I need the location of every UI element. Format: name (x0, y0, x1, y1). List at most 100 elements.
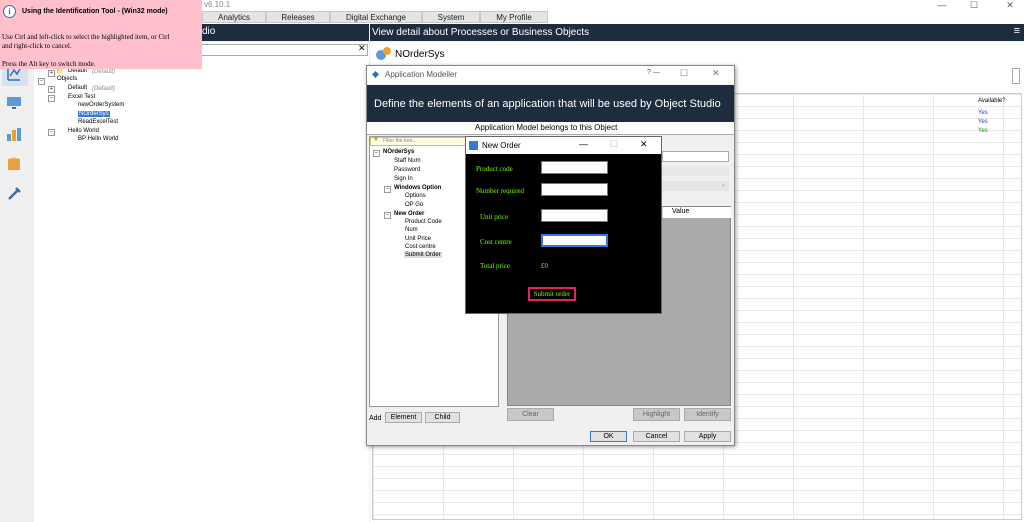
scrollbar[interactable] (1012, 68, 1020, 84)
info-icon: i (3, 5, 16, 18)
tree-item-bp-hello-world[interactable]: BP Hello World (78, 136, 118, 142)
collapse-icon[interactable]: − (48, 129, 55, 136)
product-code-label: Product code (476, 165, 513, 173)
new-order-title: New Order (482, 141, 521, 150)
tree-folder-icon: 📁 (56, 69, 64, 75)
collapse-icon[interactable]: − (384, 212, 391, 219)
tree-item-default-2[interactable]: Default (68, 85, 87, 91)
am-tree-item[interactable]: Cost centre (405, 244, 436, 250)
tab-my-profile[interactable]: My Profile (480, 11, 548, 23)
analytics-icon[interactable] (6, 126, 22, 142)
tab-releases[interactable]: Releases (266, 11, 330, 23)
clear-button[interactable]: Clear (507, 408, 554, 421)
am-tree-item[interactable]: Password (394, 167, 420, 173)
am-tree-item[interactable]: Staff Num (394, 158, 421, 164)
element-name-field[interactable] (662, 151, 729, 162)
tab-system[interactable]: System (422, 11, 480, 23)
am-maximize-icon[interactable]: ☐ (680, 68, 688, 79)
close-icon[interactable]: ✕ (640, 139, 648, 150)
clear-search-icon[interactable]: ✕ (358, 43, 366, 54)
version-label: v6.10.1 (204, 0, 231, 9)
minimize-icon[interactable]: — (579, 139, 588, 149)
number-required-input[interactable] (541, 183, 608, 196)
submit-order-button[interactable]: Submit order (528, 287, 576, 301)
model-belongs-text: Application Model belongs to this Object (475, 123, 618, 132)
expand-icon[interactable]: + (48, 70, 55, 77)
number-required-label: Number required (476, 187, 525, 195)
identify-button[interactable]: Identify (684, 408, 731, 421)
am-tree-group[interactable]: Windows Option (394, 185, 441, 191)
tree-item-readexceltest[interactable]: ReadExcelTest (78, 119, 118, 125)
am-tree-item[interactable]: Options (405, 193, 426, 199)
cancel-button[interactable]: Cancel (633, 431, 680, 442)
am-banner: Define the elements of an application th… (367, 85, 734, 124)
tree-item-default-1-sub: (Default) (92, 69, 116, 75)
package-icon[interactable] (6, 156, 22, 172)
unit-price-label: Unit price (480, 213, 509, 221)
collapse-icon[interactable]: − (38, 78, 45, 85)
expand-icon[interactable]: + (48, 86, 55, 93)
monitor-icon[interactable] (6, 96, 22, 110)
tree-item-exceltest[interactable]: Excel Test (68, 94, 95, 100)
total-price-label: Total price (480, 262, 511, 270)
am-tree-item[interactable]: Unit Price (405, 236, 431, 242)
new-order-window: New Order — ☐ ✕ Product code Number requ… (465, 136, 662, 314)
object-name: NOrderSys (395, 49, 445, 60)
element-type-field[interactable] (662, 166, 729, 176)
am-tree-item[interactable]: OP Go (405, 202, 423, 208)
tooltip-title: Using the Identification Tool - (Win32 m… (22, 8, 168, 15)
right-panel-header: View detail about Processes or Business … (370, 24, 1024, 41)
filter-placeholder: Filter the tree... (383, 138, 417, 144)
cost-centre-input[interactable] (541, 234, 608, 247)
value-column-header: Value (662, 207, 731, 218)
am-tree-root[interactable]: NOrderSys (383, 149, 414, 155)
chevron-down-icon: ⌄ (720, 182, 726, 188)
tab-digital-exchange[interactable]: Digital Exchange (330, 11, 422, 23)
object-gear-icon (376, 47, 391, 60)
tooltip-line-3: Press the Alt key to switch mode. (2, 60, 96, 68)
product-code-input[interactable] (541, 161, 608, 174)
left-panel-header: dio (200, 24, 369, 41)
left-header-text: dio (202, 26, 216, 37)
tooltip-line-1: Use Ctrl and left-click to select the hi… (2, 33, 170, 41)
am-help-icon[interactable]: ? — (647, 69, 660, 76)
tree-item-objects[interactable]: Objects (57, 76, 77, 82)
am-close-icon[interactable]: ✕ (712, 68, 720, 79)
apply-button[interactable]: Apply (684, 431, 731, 442)
ok-button[interactable]: OK (590, 431, 627, 442)
left-search-input[interactable] (200, 44, 368, 56)
add-label: Add (369, 415, 382, 422)
tab-analytics[interactable]: Analytics (202, 11, 266, 23)
cost-centre-label: Cost centre (480, 238, 512, 246)
collapse-icon[interactable]: − (384, 186, 391, 193)
element-type-dropdown[interactable]: ⌄ (662, 181, 729, 191)
close-icon[interactable]: ✕ (1002, 0, 1018, 11)
add-element-button[interactable]: Element (385, 412, 422, 423)
am-tree-item[interactable]: Num (405, 227, 418, 233)
am-tree-item[interactable]: Product Code (405, 219, 442, 225)
grid-cell: Yes (978, 110, 988, 116)
am-tree-item-selected[interactable]: Submit Order (404, 252, 442, 258)
collapse-icon[interactable]: − (48, 95, 55, 102)
new-order-title-bar: New Order — ☐ ✕ (466, 137, 661, 154)
am-tree-group[interactable]: New Order (394, 211, 424, 217)
add-child-button[interactable]: Child (425, 412, 460, 423)
tree-item-default-2-sub: (Default) (92, 86, 116, 92)
maximize-icon[interactable]: ☐ (966, 0, 982, 11)
menu-icon[interactable]: ≡ (1014, 25, 1020, 37)
app-window-icon (469, 141, 478, 150)
tree-item-nordersys[interactable]: NOrderSys (78, 111, 110, 117)
right-header-text: View detail about Processes or Business … (372, 27, 590, 38)
tree-item-hello-world[interactable]: Hello World (68, 128, 99, 134)
tools-icon[interactable] (6, 186, 22, 202)
minimize-icon[interactable]: — (934, 0, 950, 10)
filter-icon: ▼ (373, 137, 379, 143)
unit-price-input[interactable] (541, 209, 608, 222)
collapse-icon[interactable]: − (373, 150, 380, 157)
am-tree-item[interactable]: Sign In (394, 176, 413, 182)
grid-cell: Yes (978, 128, 988, 134)
tree-item-neworder-system[interactable]: newOrderSystem (78, 102, 124, 108)
highlight-button[interactable]: Highlight (633, 408, 680, 421)
value-header-text: Value (672, 208, 690, 215)
maximize-icon[interactable]: ☐ (610, 139, 618, 150)
